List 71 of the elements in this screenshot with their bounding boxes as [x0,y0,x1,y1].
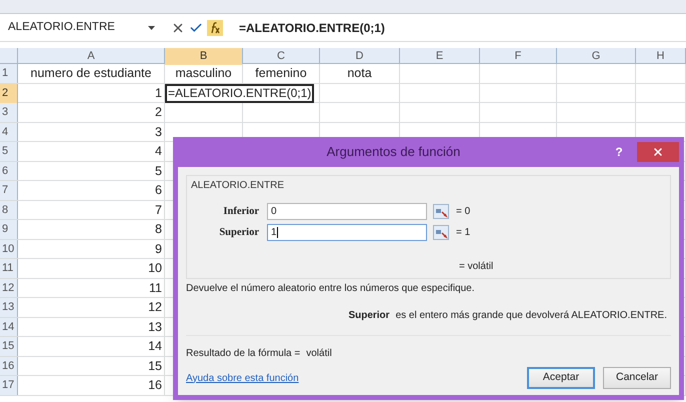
argument-result: = 1 [456,226,470,240]
argument-label: Inferior [222,204,260,219]
table-cell: 2 [18,103,165,122]
row-header[interactable]: 8 [0,200,18,220]
table-cell: numero de estudiante [18,64,165,83]
row-header[interactable]: 17 [0,376,18,395]
argument-name: Superior [348,309,390,323]
row-header[interactable]: 15 [0,337,18,356]
column-header[interactable]: C [243,48,320,64]
row-header[interactable]: 7 [0,181,18,200]
dropdown-arrow-icon[interactable] [148,26,155,30]
table-cell: 16 [18,376,165,395]
row-header[interactable]: 13 [0,298,18,317]
column-header[interactable]: E [400,48,480,64]
row-header[interactable]: 12 [0,278,18,298]
argument-field[interactable]: 0 [267,203,427,220]
cell-editor[interactable]: =ALEATORIO.ENTRE(0;1) [165,84,314,103]
table-cell: 9 [18,240,165,258]
row-header[interactable]: 4 [0,122,18,142]
table-cell: 11 [18,278,165,298]
argument-description: es el entero más grande que devolverá ALEATORIO.ENTRE. [396,309,667,323]
row-header[interactable]: 1 [0,64,18,83]
formula-field[interactable]: =ALEATORIO.ENTRE(0;1) [239,18,385,36]
argument-result: = 0 [456,205,470,219]
function-name: ALEATORIO.ENTRE [191,179,285,193]
function-result: = volátil [459,261,494,272]
table-cell: 5 [18,162,165,180]
dialog-button[interactable]: Cancelar [603,367,671,389]
table-cell: 10 [18,259,165,278]
insert-function-icon[interactable] [207,20,223,36]
row-header[interactable]: 9 [0,220,18,239]
table-cell: 15 [18,356,165,376]
table-cell: nota [320,64,400,83]
table-cell: 8 [18,220,165,239]
enter-icon[interactable] [189,20,203,34]
table-cell: 14 [18,337,165,356]
formula-result-label: Resultado de la fórmula = [186,347,300,361]
name-box[interactable]: ALEATORIO.ENTRE [4,18,144,38]
collapse-dialog-icon[interactable] [433,204,449,219]
column-header[interactable]: B [165,48,243,64]
help-link[interactable]: Ayuda sobre esta función [186,370,299,386]
argument-field[interactable]: 1 [267,224,427,241]
row-header[interactable]: 10 [0,240,18,258]
table-cell: 7 [18,200,165,220]
help-button[interactable]: ? [609,142,629,162]
row-header[interactable]: 2 [0,84,18,103]
close-button[interactable] [637,142,679,162]
row-header[interactable]: 16 [0,356,18,376]
table-cell: 13 [18,318,165,336]
dialog-button[interactable]: Aceptar [527,367,595,389]
table-cell: femenino [243,64,320,83]
column-header[interactable]: H [636,48,686,64]
function-description: Devuelve el número aleatorio entre los números que especifique. [186,282,476,296]
collapse-dialog-icon[interactable] [433,225,449,240]
table-cell: 12 [18,298,165,317]
formula-result-value: volátil [306,347,332,361]
dialog-title: Argumentos de función [326,143,462,162]
table-cell: 6 [18,181,165,200]
table-cell: 4 [18,142,165,161]
argument-label: Superior [218,226,260,240]
column-header[interactable]: G [557,48,636,64]
column-header[interactable]: D [320,48,400,64]
table-cell: masculino [165,64,243,83]
table-cell: 3 [18,122,165,142]
row-header[interactable]: 3 [0,103,18,122]
column-header[interactable]: F [480,48,557,64]
row-header[interactable]: 5 [0,142,18,161]
row-header[interactable]: 11 [0,259,18,278]
row-header[interactable]: 14 [0,318,18,336]
close-icon[interactable] [652,146,664,158]
row-header[interactable]: 6 [0,162,18,180]
